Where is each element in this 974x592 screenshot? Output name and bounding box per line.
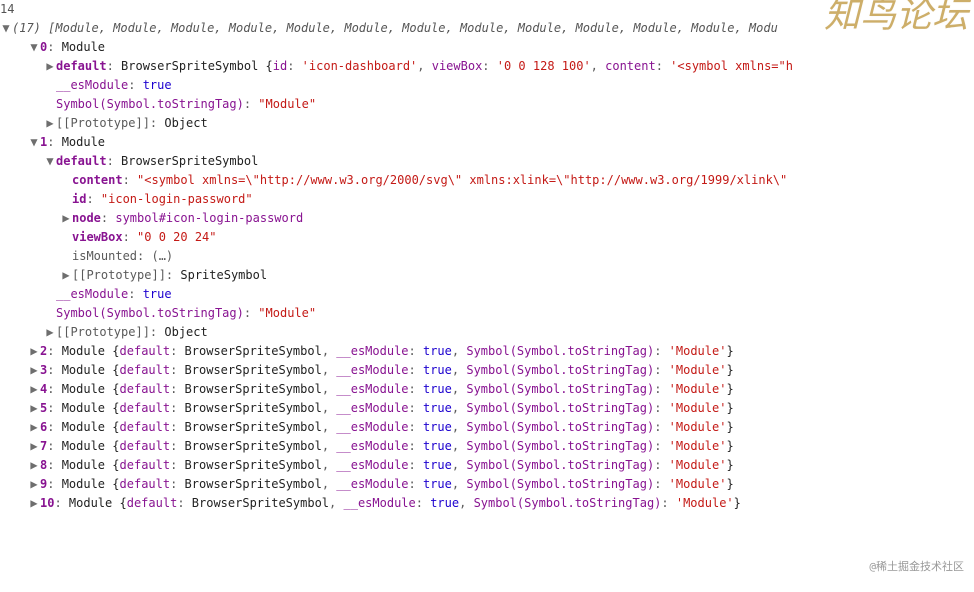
chevron-right-icon[interactable]: ▶ bbox=[28, 342, 40, 361]
source-line-number: 14 bbox=[0, 0, 974, 19]
item-1-esmodule[interactable]: __esModule: true bbox=[0, 285, 974, 304]
item-1-ismounted[interactable]: isMounted: (…) bbox=[0, 247, 974, 266]
chevron-down-icon[interactable]: ▼ bbox=[44, 152, 56, 171]
item-8-collapsed[interactable]: ▶8: Module {default: BrowserSpriteSymbol… bbox=[0, 456, 974, 475]
item-1-header[interactable]: ▼1: Module bbox=[0, 133, 974, 152]
item-7-collapsed[interactable]: ▶7: Module {default: BrowserSpriteSymbol… bbox=[0, 437, 974, 456]
item-1-viewbox[interactable]: viewBox: "0 0 20 24" bbox=[0, 228, 974, 247]
chevron-down-icon[interactable]: ▼ bbox=[0, 19, 12, 38]
chevron-right-icon[interactable]: ▶ bbox=[28, 494, 40, 513]
item-3-collapsed[interactable]: ▶3: Module {default: BrowserSpriteSymbol… bbox=[0, 361, 974, 380]
chevron-right-icon[interactable]: ▶ bbox=[28, 456, 40, 475]
item-1-content[interactable]: content: "<symbol xmlns=\"http://www.w3.… bbox=[0, 171, 974, 190]
chevron-right-icon[interactable]: ▶ bbox=[60, 209, 72, 228]
chevron-right-icon[interactable]: ▶ bbox=[44, 323, 56, 342]
item-0-esmodule[interactable]: __esModule: true bbox=[0, 76, 974, 95]
chevron-down-icon[interactable]: ▼ bbox=[28, 133, 40, 152]
item-0-symboltag[interactable]: Symbol(Symbol.toStringTag): "Module" bbox=[0, 95, 974, 114]
chevron-right-icon[interactable]: ▶ bbox=[28, 380, 40, 399]
chevron-right-icon[interactable]: ▶ bbox=[28, 418, 40, 437]
item-1-id[interactable]: id: "icon-login-password" bbox=[0, 190, 974, 209]
item-1-prototype-inner[interactable]: ▶[[Prototype]]: SpriteSymbol bbox=[0, 266, 974, 285]
array-header[interactable]: ▼(17) [Module, Module, Module, Module, M… bbox=[0, 19, 974, 38]
item-4-collapsed[interactable]: ▶4: Module {default: BrowserSpriteSymbol… bbox=[0, 380, 974, 399]
array-preview: [Module, Module, Module, Module, Module,… bbox=[48, 21, 778, 35]
array-length: (17) bbox=[12, 21, 41, 35]
item-10-collapsed[interactable]: ▶10: Module {default: BrowserSpriteSymbo… bbox=[0, 494, 974, 513]
chevron-right-icon[interactable]: ▶ bbox=[28, 361, 40, 380]
item-0-header[interactable]: ▼0: Module bbox=[0, 38, 974, 57]
item-1-symboltag[interactable]: Symbol(Symbol.toStringTag): "Module" bbox=[0, 304, 974, 323]
chevron-right-icon[interactable]: ▶ bbox=[60, 266, 72, 285]
chevron-right-icon[interactable]: ▶ bbox=[28, 475, 40, 494]
item-6-collapsed[interactable]: ▶6: Module {default: BrowserSpriteSymbol… bbox=[0, 418, 974, 437]
item-1-node[interactable]: ▶node: symbol#icon-login-password bbox=[0, 209, 974, 228]
item-9-collapsed[interactable]: ▶9: Module {default: BrowserSpriteSymbol… bbox=[0, 475, 974, 494]
item-1-default[interactable]: ▼default: BrowserSpriteSymbol bbox=[0, 152, 974, 171]
item-0-prototype[interactable]: ▶[[Prototype]]: Object bbox=[0, 114, 974, 133]
chevron-right-icon[interactable]: ▶ bbox=[44, 57, 56, 76]
item-1-prototype-outer[interactable]: ▶[[Prototype]]: Object bbox=[0, 323, 974, 342]
chevron-right-icon[interactable]: ▶ bbox=[28, 437, 40, 456]
watermark-bottom: @稀土掘金技术社区 bbox=[869, 557, 964, 576]
chevron-down-icon[interactable]: ▼ bbox=[28, 38, 40, 57]
item-0-default[interactable]: ▶default: BrowserSpriteSymbol {id: 'icon… bbox=[0, 57, 974, 76]
item-5-collapsed[interactable]: ▶5: Module {default: BrowserSpriteSymbol… bbox=[0, 399, 974, 418]
chevron-right-icon[interactable]: ▶ bbox=[44, 114, 56, 133]
item-type: Module bbox=[62, 40, 105, 54]
item-2-collapsed[interactable]: ▶2: Module {default: BrowserSpriteSymbol… bbox=[0, 342, 974, 361]
chevron-right-icon[interactable]: ▶ bbox=[28, 399, 40, 418]
